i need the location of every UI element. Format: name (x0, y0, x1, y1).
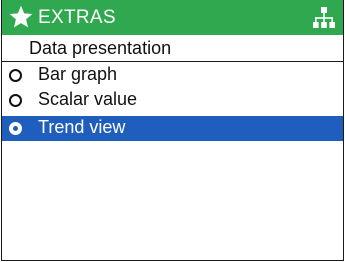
option-label: Bar graph (38, 64, 118, 84)
hierarchy-icon[interactable] (312, 6, 336, 30)
option-trend-view[interactable]: Trend view (2, 116, 343, 141)
section-header: Data presentation (2, 35, 343, 62)
option-bar-graph[interactable]: Bar graph (2, 63, 343, 88)
device-screen: EXTRAS Data presentation Bar graph Scala… (1, 0, 344, 261)
star-icon (9, 5, 33, 28)
radio-selected-icon[interactable] (9, 122, 22, 135)
radio-unselected-icon[interactable] (9, 69, 22, 82)
section-title: Data presentation (29, 38, 172, 58)
option-scalar-value[interactable]: Scalar value (2, 88, 343, 113)
option-label: Scalar value (38, 89, 138, 109)
radio-unselected-icon[interactable] (9, 94, 22, 107)
title-bar: EXTRAS (2, 0, 343, 35)
page-title: EXTRAS (38, 7, 116, 28)
option-label: Trend view (38, 117, 126, 137)
